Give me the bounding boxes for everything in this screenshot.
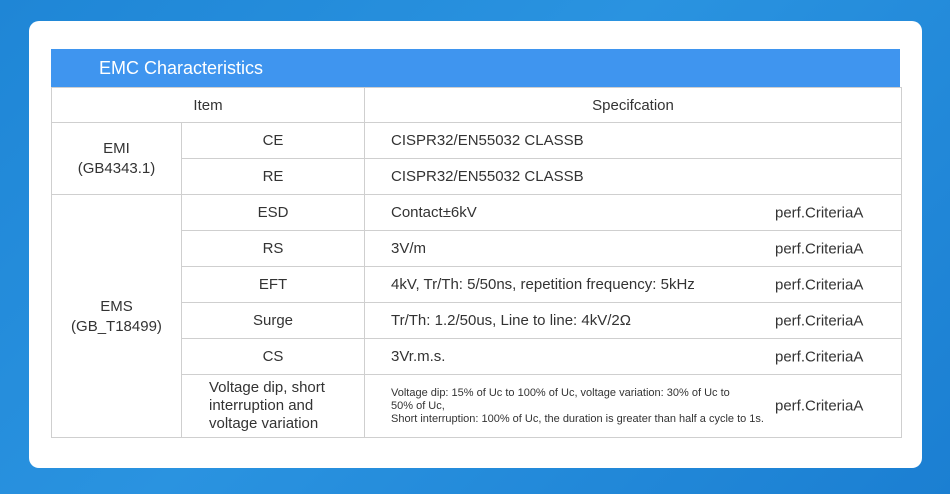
emi-label: EMI [103, 140, 130, 157]
spec-text: 3Vr.m.s. [391, 348, 446, 365]
item-cell: CS [181, 338, 365, 375]
emi-standard: (GB4343.1) [77, 160, 156, 177]
spec-text: 3V/m [391, 240, 427, 257]
table-row: EMS (GB_T18499) ESD Contact±6kV perf.Crit… [51, 194, 902, 438]
criteria-text: perf.CriteriaA [775, 348, 864, 365]
spec-cell: Contact±6kV perf.CriteriaA [364, 194, 902, 231]
spec-text: 4kV, Tr/Th: 5/50ns, repetition frequency… [391, 276, 695, 293]
table-row: EMI (GB4343.1) CE CISPR32/EN55032 CLASSB [51, 122, 902, 195]
criteria-text: perf.CriteriaA [775, 240, 864, 257]
header-item: Item [51, 87, 365, 123]
emi-group-cell: EMI (GB4343.1) [51, 122, 182, 195]
item-cell: EFT [181, 266, 365, 303]
spec-cell: Tr/Th: 1.2/50us, Line to line: 4kV/2Ω per… [364, 302, 902, 339]
criteria-text: perf.CriteriaA [775, 204, 864, 221]
criteria-text: perf.CriteriaA [775, 397, 864, 415]
item-cell: RS [181, 230, 365, 267]
spec-cell: 3V/m perf.CriteriaA [364, 230, 902, 267]
spec-text: Contact±6kV [391, 204, 477, 221]
criteria-text: perf.CriteriaA [775, 276, 864, 293]
item-cell: ESD [181, 194, 365, 231]
table-title: EMC Characteristics [51, 49, 900, 87]
spec-cell: Voltage dip: 15% of Uc to 100% of Uc, vo… [364, 374, 902, 438]
criteria-text: perf.CriteriaA [775, 312, 864, 329]
ems-label: EMS [100, 297, 133, 315]
item-cell: RE [181, 158, 365, 195]
ems-group-cell: EMS (GB_T18499) [51, 194, 182, 438]
item-cell: Voltage dip, short interruption and volt… [181, 374, 365, 438]
header-spec: Specifcation [364, 87, 902, 123]
item-cell: Surge [181, 302, 365, 339]
spec-cell: 3Vr.m.s. perf.CriteriaA [364, 338, 902, 375]
item-line: Voltage dip, short [209, 379, 325, 396]
table-header-row: Item Specifcation [51, 87, 902, 123]
spec-text: Tr/Th: 1.2/50us, Line to line: 4kV/2Ω [391, 312, 631, 329]
spec-cell: CISPR32/EN55032 CLASSB [364, 122, 902, 159]
item-cell: CE [181, 122, 365, 159]
item-line: voltage variation [209, 415, 319, 432]
ems-standard: (GB_T18499) [71, 317, 162, 335]
spec-cell: 4kV, Tr/Th: 5/50ns, repetition frequency… [364, 266, 902, 303]
emc-table: Item Specifcation EMI (GB4343.1) CE CISP… [51, 87, 902, 438]
item-line: interruption and [209, 397, 314, 414]
spec-cell: CISPR32/EN55032 CLASSB [364, 158, 902, 195]
